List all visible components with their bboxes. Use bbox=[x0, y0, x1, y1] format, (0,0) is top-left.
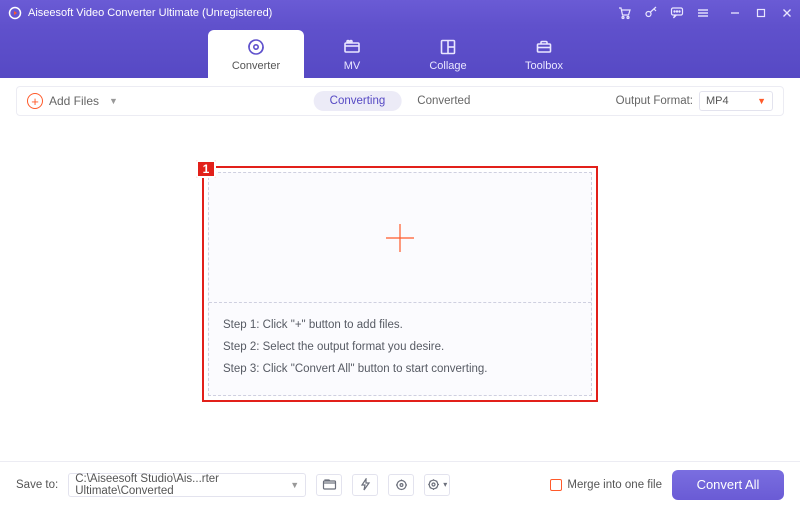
app-logo-icon bbox=[8, 6, 22, 20]
nav-area: Converter MV Collage Toolbox bbox=[0, 26, 800, 78]
close-button[interactable] bbox=[780, 6, 794, 20]
tab-toolbox[interactable]: Toolbox bbox=[496, 30, 592, 78]
titlebar: Aiseesoft Video Converter Ultimate (Unre… bbox=[0, 0, 800, 26]
add-files-label: Add Files bbox=[49, 94, 99, 108]
cart-icon[interactable] bbox=[618, 6, 632, 20]
add-files-dropzone[interactable] bbox=[209, 173, 591, 303]
tab-label: Collage bbox=[429, 60, 466, 72]
bottom-bar: Save to: C:\Aiseesoft Studio\Ais...rter … bbox=[0, 461, 800, 507]
segment-converting[interactable]: Converting bbox=[314, 91, 402, 111]
tab-mv[interactable]: MV bbox=[304, 30, 400, 78]
output-format-label: Output Format: bbox=[616, 95, 693, 107]
settings-button[interactable]: ▾ bbox=[424, 474, 450, 496]
feedback-icon[interactable] bbox=[670, 6, 684, 20]
toolbox-icon bbox=[534, 37, 554, 57]
dropzone: Step 1: Click "+" button to add files. S… bbox=[208, 172, 592, 396]
instructions: Step 1: Click "+" button to add files. S… bbox=[209, 303, 591, 395]
hardware-accel-button[interactable] bbox=[352, 474, 378, 496]
converter-icon bbox=[246, 37, 266, 57]
segment-converted[interactable]: Converted bbox=[401, 91, 486, 111]
instruction-step: Step 3: Click "Convert All" button to st… bbox=[223, 359, 577, 381]
checkbox-icon bbox=[550, 479, 562, 491]
output-format-value: MP4 bbox=[706, 95, 729, 107]
save-to-path-value: C:\Aiseesoft Studio\Ais...rter Ultimate\… bbox=[75, 473, 290, 497]
chevron-down-icon: ▼ bbox=[757, 96, 766, 106]
instruction-step: Step 1: Click "+" button to add files. bbox=[223, 315, 577, 337]
main-area: 1 Step 1: Click "+" button to add files.… bbox=[0, 116, 800, 402]
instruction-step: Step 2: Select the output format you des… bbox=[223, 337, 577, 359]
collage-icon bbox=[438, 37, 458, 57]
chevron-down-icon: ▼ bbox=[109, 96, 118, 106]
tab-collage[interactable]: Collage bbox=[400, 30, 496, 78]
toolbar: + Add Files ▼ Converting Converted Outpu… bbox=[16, 86, 784, 116]
merge-label: Merge into one file bbox=[567, 479, 662, 491]
add-files-button[interactable]: + Add Files ▼ bbox=[27, 93, 118, 109]
chevron-down-icon: ▼ bbox=[290, 480, 299, 490]
mv-icon bbox=[342, 37, 362, 57]
annotation-frame: 1 Step 1: Click "+" button to add files.… bbox=[202, 166, 598, 402]
tab-label: Toolbox bbox=[525, 60, 563, 72]
save-to-path-select[interactable]: C:\Aiseesoft Studio\Ais...rter Ultimate\… bbox=[68, 473, 306, 497]
merge-checkbox[interactable]: Merge into one file bbox=[550, 479, 662, 491]
tab-label: Converter bbox=[232, 60, 280, 72]
convert-all-button[interactable]: Convert All bbox=[672, 470, 784, 500]
plus-icon bbox=[382, 220, 418, 256]
maximize-button[interactable] bbox=[754, 6, 768, 20]
window-title: Aiseesoft Video Converter Ultimate (Unre… bbox=[28, 7, 618, 19]
tab-converter[interactable]: Converter bbox=[208, 30, 304, 78]
high-speed-button[interactable] bbox=[388, 474, 414, 496]
tab-label: MV bbox=[344, 60, 361, 72]
menu-icon[interactable] bbox=[696, 6, 710, 20]
plus-icon: + bbox=[27, 93, 43, 109]
save-to-label: Save to: bbox=[16, 479, 58, 491]
output-format-select[interactable]: MP4 ▼ bbox=[699, 91, 773, 111]
open-folder-button[interactable] bbox=[316, 474, 342, 496]
minimize-button[interactable] bbox=[728, 6, 742, 20]
key-icon[interactable] bbox=[644, 6, 658, 20]
annotation-badge: 1 bbox=[196, 160, 216, 178]
